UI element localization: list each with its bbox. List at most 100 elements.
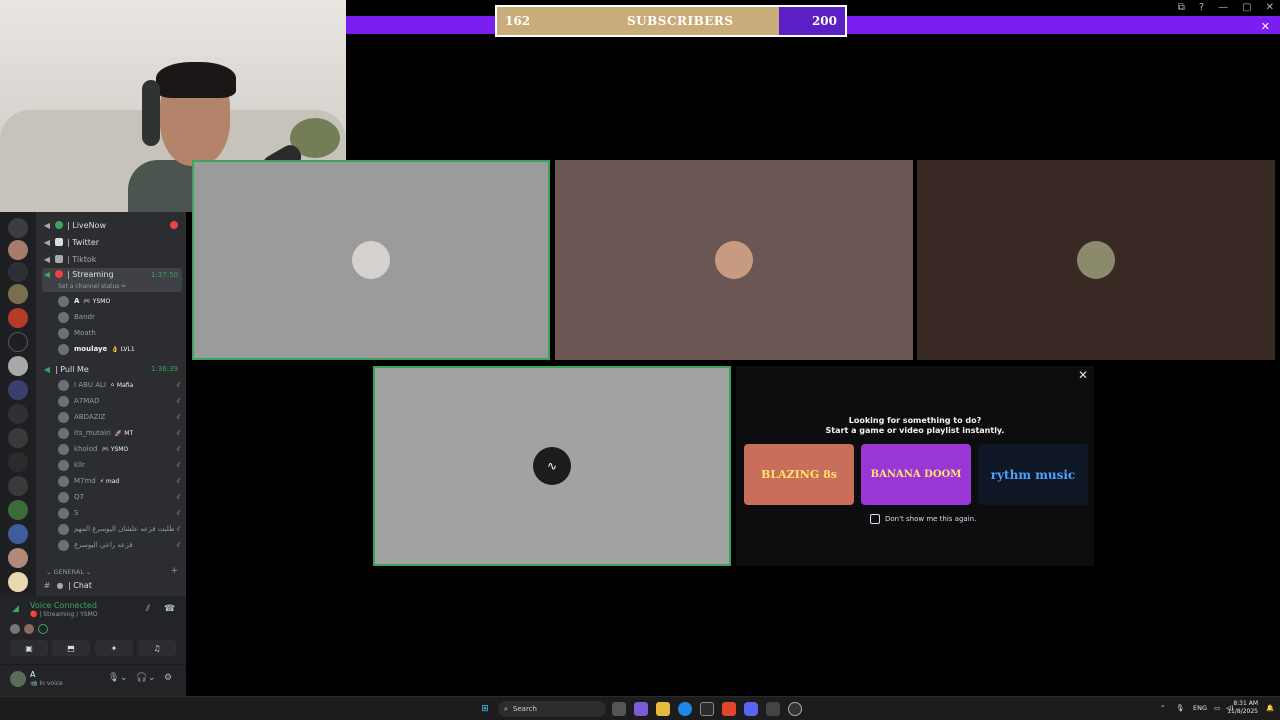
voice-user[interactable]: طلبت فزعه علشان اليوسرع المهم ⫽: [58, 522, 182, 536]
voice-user[interactable]: A 🎮 YSMO: [58, 294, 182, 308]
user-name: S: [74, 509, 79, 517]
voice-user[interactable]: Q7 ⫽: [58, 490, 182, 504]
noise-suppression-icon[interactable]: ⫽: [146, 604, 150, 614]
server-icon[interactable]: [8, 308, 28, 328]
voice-user[interactable]: ABDAZIZ ⫽: [58, 410, 182, 424]
server-icon[interactable]: [8, 262, 28, 282]
windows-taskbar: ⊞ ⌕ Search ⌃ 🎙 ENG ▭ ◁) 8:31 AM 11/8/202…: [0, 696, 1280, 720]
brave-icon[interactable]: [722, 702, 736, 716]
headphones-icon[interactable]: 🎧: [136, 673, 147, 683]
camera-off-icon: ▣: [25, 643, 33, 653]
voice-user[interactable]: S ⫽: [58, 506, 182, 520]
obs-icon[interactable]: [788, 702, 802, 716]
server-icon[interactable]: [8, 524, 28, 544]
video-tile[interactable]: [917, 160, 1275, 360]
channel-tiktok[interactable]: ◀ | Tiktok: [42, 252, 182, 266]
dont-show-checkbox[interactable]: [870, 514, 880, 524]
network-icon[interactable]: ▭: [1214, 704, 1220, 712]
server-icon[interactable]: [8, 218, 28, 238]
voice-user[interactable]: فزعه راعي اليوسرع ⫽: [58, 538, 182, 552]
server-icon[interactable]: [8, 332, 28, 352]
avatar: [58, 539, 69, 551]
activity-card-banana-doom[interactable]: BANANA DOOM: [861, 444, 971, 505]
camera-off-button[interactable]: ▣: [10, 640, 48, 656]
system-clock[interactable]: 8:31 AM 11/8/2025: [1227, 700, 1258, 716]
activity-card-blazing-8s[interactable]: BLAZING 8s: [744, 444, 854, 505]
maximize-icon[interactable]: ▢: [1242, 2, 1251, 13]
settings-gear-icon[interactable]: ⚙: [164, 673, 172, 683]
voice-user[interactable]: moulaye 👌 LVL1: [58, 342, 182, 356]
store-icon[interactable]: [700, 702, 714, 716]
voice-status-title[interactable]: Voice Connected: [30, 601, 97, 610]
file-explorer-icon[interactable]: [656, 702, 670, 716]
server-icon[interactable]: [8, 500, 28, 520]
signal-icon[interactable]: ◢: [12, 604, 19, 614]
user-name: kholod: [74, 445, 98, 453]
server-icon[interactable]: [8, 548, 28, 568]
windows-start-icon[interactable]: ⊞: [478, 702, 492, 716]
participant-avatar: [24, 624, 34, 634]
participant-avatar: [352, 241, 390, 279]
dont-show-label[interactable]: Don't show me this again.: [885, 515, 976, 523]
voice-user[interactable]: kllr ⫽: [58, 458, 182, 472]
cast-icon[interactable]: ⧉: [1178, 2, 1185, 13]
activity-button[interactable]: ✦: [95, 640, 133, 656]
server-icon[interactable]: [8, 428, 28, 448]
voice-user[interactable]: kholod 🎮 YSMO ⫽: [58, 442, 182, 456]
video-tile[interactable]: [555, 160, 913, 360]
discord-icon[interactable]: [744, 702, 758, 716]
voice-user[interactable]: Bandr: [58, 310, 182, 324]
video-tile[interactable]: [192, 160, 550, 360]
activity-card-rythm[interactable]: rythm music: [978, 444, 1088, 505]
voice-user[interactable]: I ABU ALI ⚪ Mafia ⫽: [58, 378, 182, 392]
screen-share-button[interactable]: ⬒: [52, 640, 90, 656]
server-icon[interactable]: [8, 452, 28, 472]
minimize-icon[interactable]: —: [1218, 2, 1228, 13]
server-icon[interactable]: [8, 380, 28, 400]
task-view-icon[interactable]: [612, 702, 626, 716]
server-icon[interactable]: [8, 284, 28, 304]
server-icon[interactable]: [8, 404, 28, 424]
voice-user[interactable]: A7MAD ⫽: [58, 394, 182, 408]
megaphone-icon: ◀: [43, 254, 51, 264]
server-icon[interactable]: [8, 356, 28, 376]
user-tag: 🚀 MT: [114, 429, 134, 437]
search-label: Search: [512, 705, 537, 713]
soundboard-button[interactable]: ♫: [138, 640, 176, 656]
voice-user[interactable]: its_mutairi 🚀 MT ⫽: [58, 426, 182, 440]
edge-icon[interactable]: [678, 702, 692, 716]
username[interactable]: A: [30, 670, 35, 679]
xbox-icon[interactable]: [766, 702, 780, 716]
channel-livenow[interactable]: ◀ | LiveNow: [42, 218, 182, 232]
copilot-icon[interactable]: [634, 702, 648, 716]
voice-user[interactable]: Moath: [58, 326, 182, 340]
mic-icon[interactable]: 🎙: [108, 673, 119, 683]
server-icon[interactable]: [8, 572, 28, 592]
voice-user[interactable]: M7md ⚡ mad ⫽: [58, 474, 182, 488]
activity-heading: Looking for something to do?: [848, 416, 982, 425]
category-general[interactable]: ⌄ GENERAL ⌄: [46, 568, 91, 576]
disconnect-icon[interactable]: ☎: [164, 604, 175, 614]
channel-status[interactable]: Set a channel status ✏: [58, 283, 126, 290]
notification-badge: [170, 221, 178, 229]
chevron-down-icon[interactable]: ⌄: [148, 673, 156, 683]
taskbar-search[interactable]: ⌕ Search: [498, 701, 606, 717]
chevron-up-icon[interactable]: ⌃: [1160, 704, 1165, 712]
window-close-icon[interactable]: ✕: [1266, 2, 1274, 13]
channel-chat[interactable]: # ● | Chat: [42, 578, 182, 592]
mic-tray-icon[interactable]: 🎙: [1176, 704, 1184, 712]
chevron-down-icon[interactable]: ⌄: [120, 673, 128, 683]
channel-pull-me[interactable]: ◀ | Pull Me 1:36:39: [42, 362, 182, 376]
server-icon[interactable]: [8, 476, 28, 496]
server-icon[interactable]: [8, 240, 28, 260]
channel-twitter[interactable]: ◀ | Twitter: [42, 235, 182, 249]
add-channel-icon[interactable]: +: [170, 566, 178, 576]
video-tile[interactable]: ∿: [373, 366, 731, 566]
channel-name: | Streaming: [67, 270, 114, 279]
language-indicator[interactable]: ENG: [1193, 704, 1207, 712]
help-icon[interactable]: ?: [1199, 2, 1204, 13]
notification-bell-icon[interactable]: 🔔: [1266, 704, 1274, 712]
avatar[interactable]: [10, 671, 26, 687]
close-icon[interactable]: ✕: [1078, 368, 1088, 382]
overlay-close-icon[interactable]: ✕: [1261, 20, 1270, 33]
